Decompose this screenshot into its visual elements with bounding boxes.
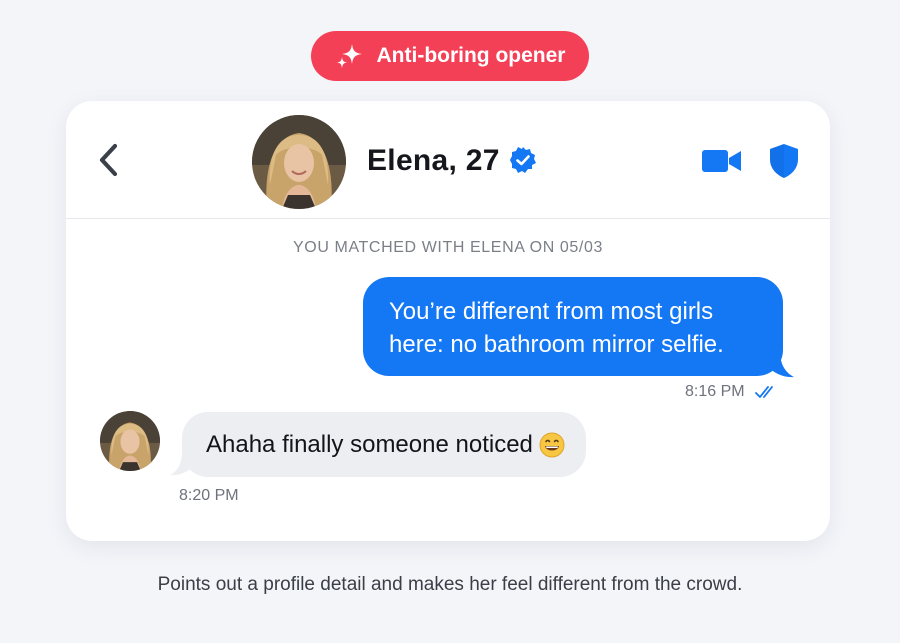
anti-boring-opener-badge: Anti-boring opener <box>311 31 589 81</box>
sent-message-line: here: no bathroom mirror selfie. <box>389 331 724 358</box>
sent-message-bubble[interactable]: You’re different from most girls here: n… <box>363 277 783 376</box>
video-call-icon[interactable] <box>702 146 742 176</box>
chat-header: Elena, 27 <box>66 101 830 219</box>
avatar-photo <box>100 411 160 471</box>
match-name: Elena, 27 <box>367 144 500 177</box>
match-notice: YOU MATCHED WITH ELENA ON 05/03 <box>293 239 603 256</box>
chat-card: Elena, 27 YOU MATCHED WITH ELENA ON 05/0… <box>66 101 830 541</box>
grinning-face-icon <box>539 432 565 457</box>
sent-message-line: You’re different from most girls <box>389 298 714 325</box>
received-message-text: Ahaha finally someone noticed <box>206 430 533 458</box>
received-message-bubble[interactable]: Ahaha finally someone noticed <box>182 412 586 477</box>
shield-icon[interactable] <box>767 142 801 180</box>
received-message-time: 8:20 PM <box>179 487 239 504</box>
caption-text: Points out a profile detail and makes he… <box>157 574 743 595</box>
double-check-icon <box>755 386 773 398</box>
sender-avatar[interactable] <box>100 411 160 471</box>
badge-label: Anti-boring opener <box>376 44 566 67</box>
sparkle-icon <box>336 44 362 68</box>
verified-badge-icon <box>510 147 536 173</box>
profile-avatar[interactable] <box>252 115 346 209</box>
sent-message-time: 8:16 PM <box>685 383 745 400</box>
back-chevron-icon[interactable] <box>94 141 124 179</box>
avatar-photo <box>252 115 346 209</box>
